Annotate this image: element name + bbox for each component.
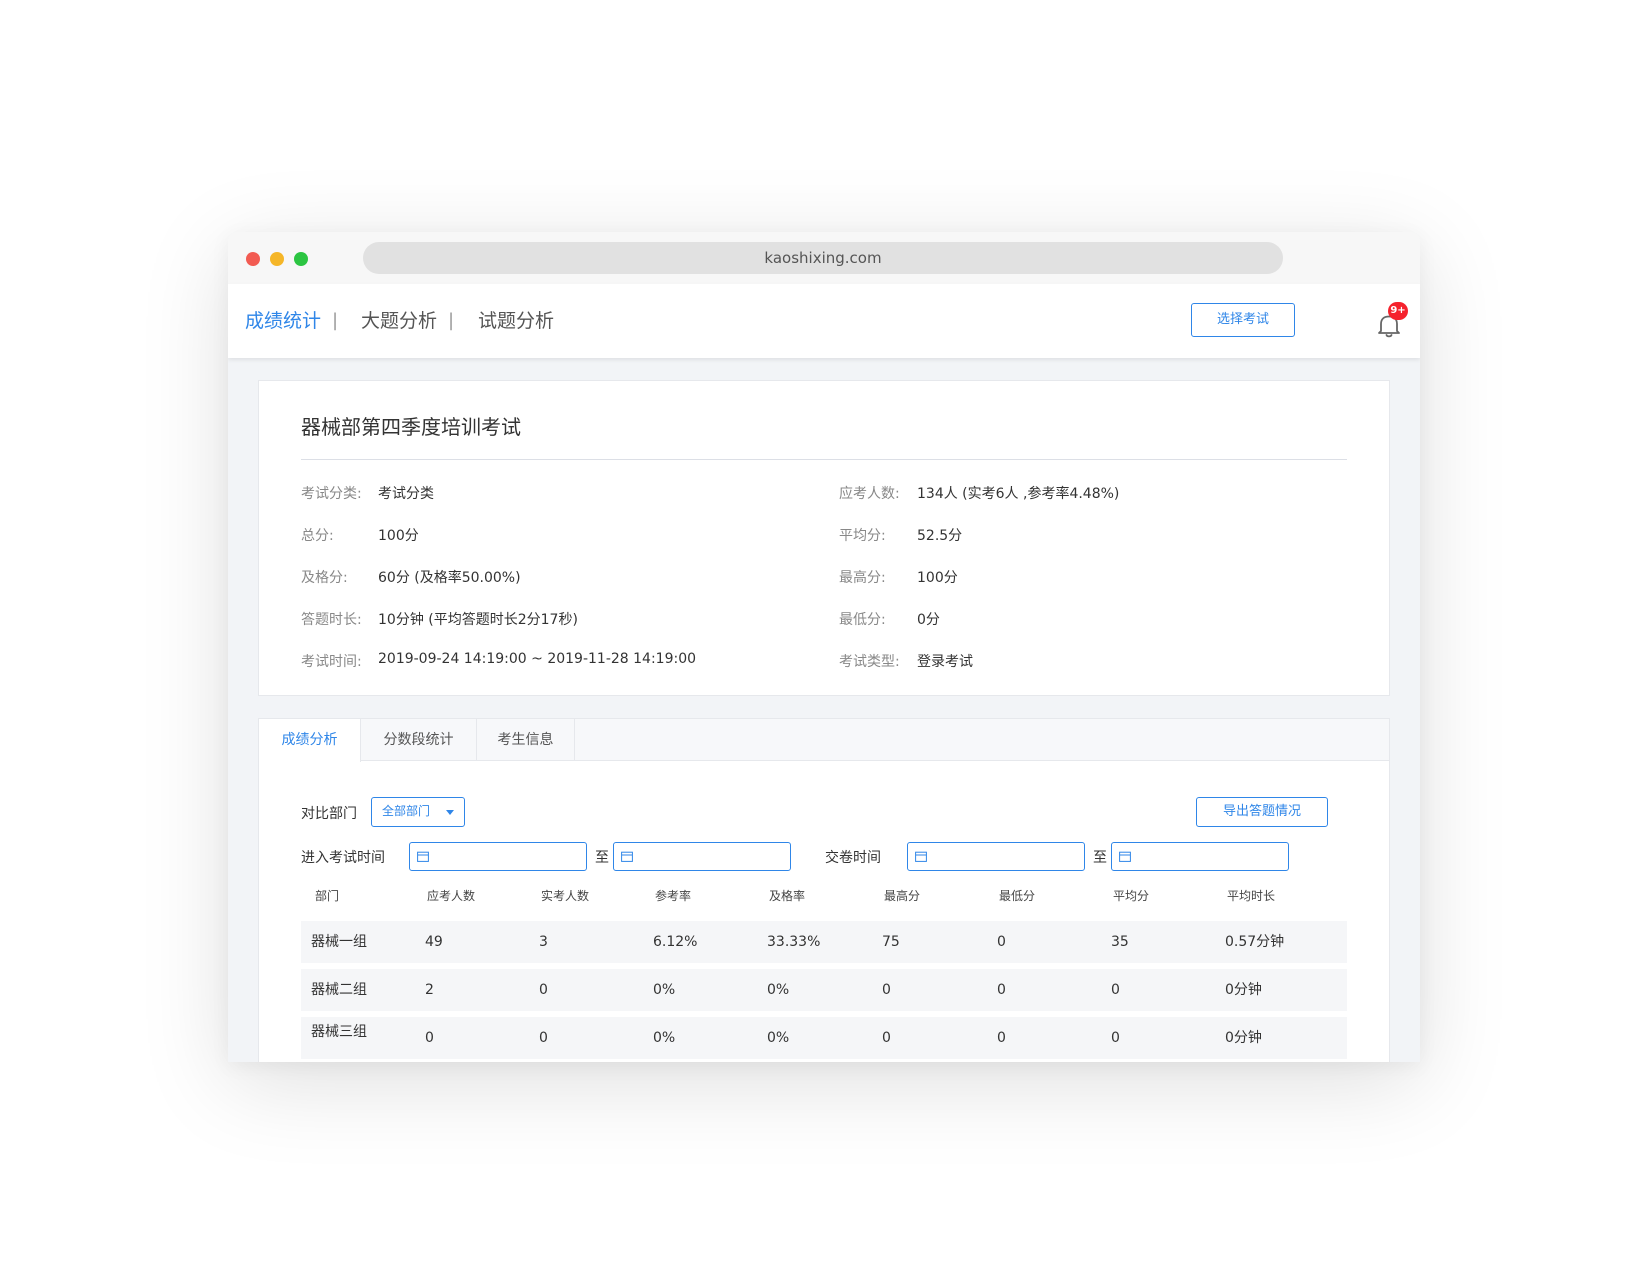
info-label: 考试类型:	[839, 654, 900, 670]
table-cell: 0.57分钟	[1225, 934, 1285, 950]
table-cell: 0%	[767, 982, 790, 998]
table-cell: 6.12%	[653, 934, 698, 950]
calendar-icon	[417, 851, 429, 862]
to-label: 至	[1093, 850, 1107, 866]
table-header-cell: 应考人数	[427, 889, 476, 903]
table-cell: 0	[1111, 982, 1120, 998]
table-cell: 3	[539, 934, 548, 950]
table-cell: 0	[425, 1030, 434, 1046]
compare-dept-label: 对比部门	[301, 806, 357, 822]
table-cell: 器械一组	[311, 934, 367, 950]
table-header-cell: 参考率	[655, 889, 692, 903]
minimize-window-button[interactable]	[270, 252, 284, 266]
table-cell: 0	[882, 1030, 891, 1046]
top-navigation: 成绩统计 | 大题分析 | 试题分析 选择考试 9+	[228, 284, 1420, 358]
info-value: 0分	[917, 612, 940, 628]
calendar-icon	[621, 851, 633, 862]
table-cell: 2	[425, 982, 434, 998]
info-label: 最低分:	[839, 612, 886, 628]
table-cell: 33.33%	[767, 934, 821, 950]
table-header-cell: 实考人数	[541, 889, 590, 903]
chevron-down-icon	[446, 810, 454, 815]
table-header-cell: 最低分	[999, 889, 1036, 903]
calendar-icon	[915, 851, 927, 862]
address-bar[interactable]: kaoshixing.com	[363, 242, 1283, 274]
info-label: 应考人数:	[839, 486, 900, 502]
exam-info-card: 器械部第四季度培训考试 考试分类: 考试分类 总分: 100分 及格分: 60分…	[258, 380, 1390, 696]
table-header-cell: 部门	[315, 889, 340, 903]
table-cell: 0分钟	[1225, 1030, 1262, 1046]
table-row[interactable]: 器械三组 0 0 0% 0% 0 0 0 0分钟	[301, 1017, 1347, 1059]
table-cell: 0	[539, 1030, 548, 1046]
calendar-icon	[1119, 851, 1131, 862]
table-cell: 0	[882, 982, 891, 998]
table-cell: 0%	[653, 1030, 676, 1046]
info-label: 及格分:	[301, 570, 348, 586]
table-row[interactable]: 器械一组 49 3 6.12% 33.33% 75 0 35 0.57分钟	[301, 921, 1347, 963]
dept-select-value: 全部部门	[382, 804, 431, 818]
info-value: 2019-09-24 14:19:00 ~ 2019-11-28 14:19:0…	[378, 651, 697, 667]
table-header-cell: 平均分	[1113, 889, 1150, 903]
table-cell: 0分钟	[1225, 982, 1262, 998]
table-cell: 0	[997, 934, 1006, 950]
submit-time-end-input[interactable]	[1111, 842, 1289, 871]
nav-separator: |	[332, 310, 339, 331]
info-label: 答题时长:	[301, 612, 362, 628]
divider	[301, 459, 1347, 460]
enter-time-label: 进入考试时间	[301, 850, 385, 866]
submit-time-label: 交卷时间	[825, 850, 881, 866]
table-cell: 0	[997, 1030, 1006, 1046]
info-value: 100分	[378, 528, 419, 544]
info-value: 考试分类	[378, 486, 434, 502]
info-value: 60分 (及格率50.00%)	[378, 570, 521, 586]
tab-score-range[interactable]: 分数段统计	[361, 719, 477, 761]
table-header-cell: 及格率	[769, 889, 806, 903]
nav-separator: |	[448, 310, 455, 331]
table-cell: 75	[882, 934, 900, 950]
submit-time-start-input[interactable]	[907, 842, 1085, 871]
nav-score-stats[interactable]: 成绩统计	[245, 308, 321, 334]
info-value: 100分	[917, 570, 958, 586]
info-value: 10分钟 (平均答题时长2分17秒)	[378, 612, 578, 628]
to-label: 至	[595, 850, 609, 866]
enter-time-start-input[interactable]	[409, 842, 587, 871]
table-cell: 35	[1111, 934, 1129, 950]
table-cell: 器械二组	[311, 982, 367, 998]
table-cell: 0	[997, 982, 1006, 998]
info-label: 总分:	[301, 528, 334, 544]
table-header-cell: 平均时长	[1227, 889, 1276, 903]
table-cell: 0	[1111, 1030, 1120, 1046]
dept-select[interactable]: 全部部门	[371, 797, 465, 827]
table-cell: 0%	[767, 1030, 790, 1046]
enter-time-end-input[interactable]	[613, 842, 791, 871]
info-label: 考试时间:	[301, 654, 362, 670]
info-label: 考试分类:	[301, 486, 362, 502]
select-exam-button[interactable]: 选择考试	[1191, 303, 1295, 337]
table-cell: 49	[425, 934, 443, 950]
table-cell: 0	[539, 982, 548, 998]
tab-score-analysis[interactable]: 成绩分析	[259, 719, 361, 762]
close-window-button[interactable]	[246, 252, 260, 266]
info-label: 平均分:	[839, 528, 886, 544]
browser-titlebar: kaoshixing.com	[228, 232, 1420, 284]
notification-badge: 9+	[1388, 302, 1408, 320]
info-value: 134人 (实考6人 ,参考率4.48%)	[917, 486, 1120, 502]
tab-bar: 成绩分析 分数段统计 考生信息	[259, 719, 1389, 762]
tab-examinee-info[interactable]: 考生信息	[477, 719, 575, 761]
info-label: 最高分:	[839, 570, 886, 586]
browser-window: kaoshixing.com 成绩统计 | 大题分析 | 试题分析 选择考试 9…	[228, 232, 1420, 1062]
table-header-cell: 最高分	[884, 889, 921, 903]
table-cell: 器械三组	[311, 1024, 367, 1040]
analysis-card: 成绩分析 分数段统计 考生信息 对比部门 全部部门 导出答题情况 进入考试时间 …	[258, 718, 1390, 1062]
export-answers-button[interactable]: 导出答题情况	[1196, 797, 1328, 827]
info-value: 52.5分	[917, 528, 963, 544]
table-row[interactable]: 器械二组 2 0 0% 0% 0 0 0 0分钟	[301, 969, 1347, 1011]
info-value: 登录考试	[917, 654, 973, 670]
maximize-window-button[interactable]	[294, 252, 308, 266]
nav-section-analysis[interactable]: 大题分析	[361, 308, 437, 334]
table-cell: 0%	[653, 982, 676, 998]
exam-title: 器械部第四季度培训考试	[301, 415, 521, 439]
nav-question-analysis[interactable]: 试题分析	[478, 308, 554, 334]
